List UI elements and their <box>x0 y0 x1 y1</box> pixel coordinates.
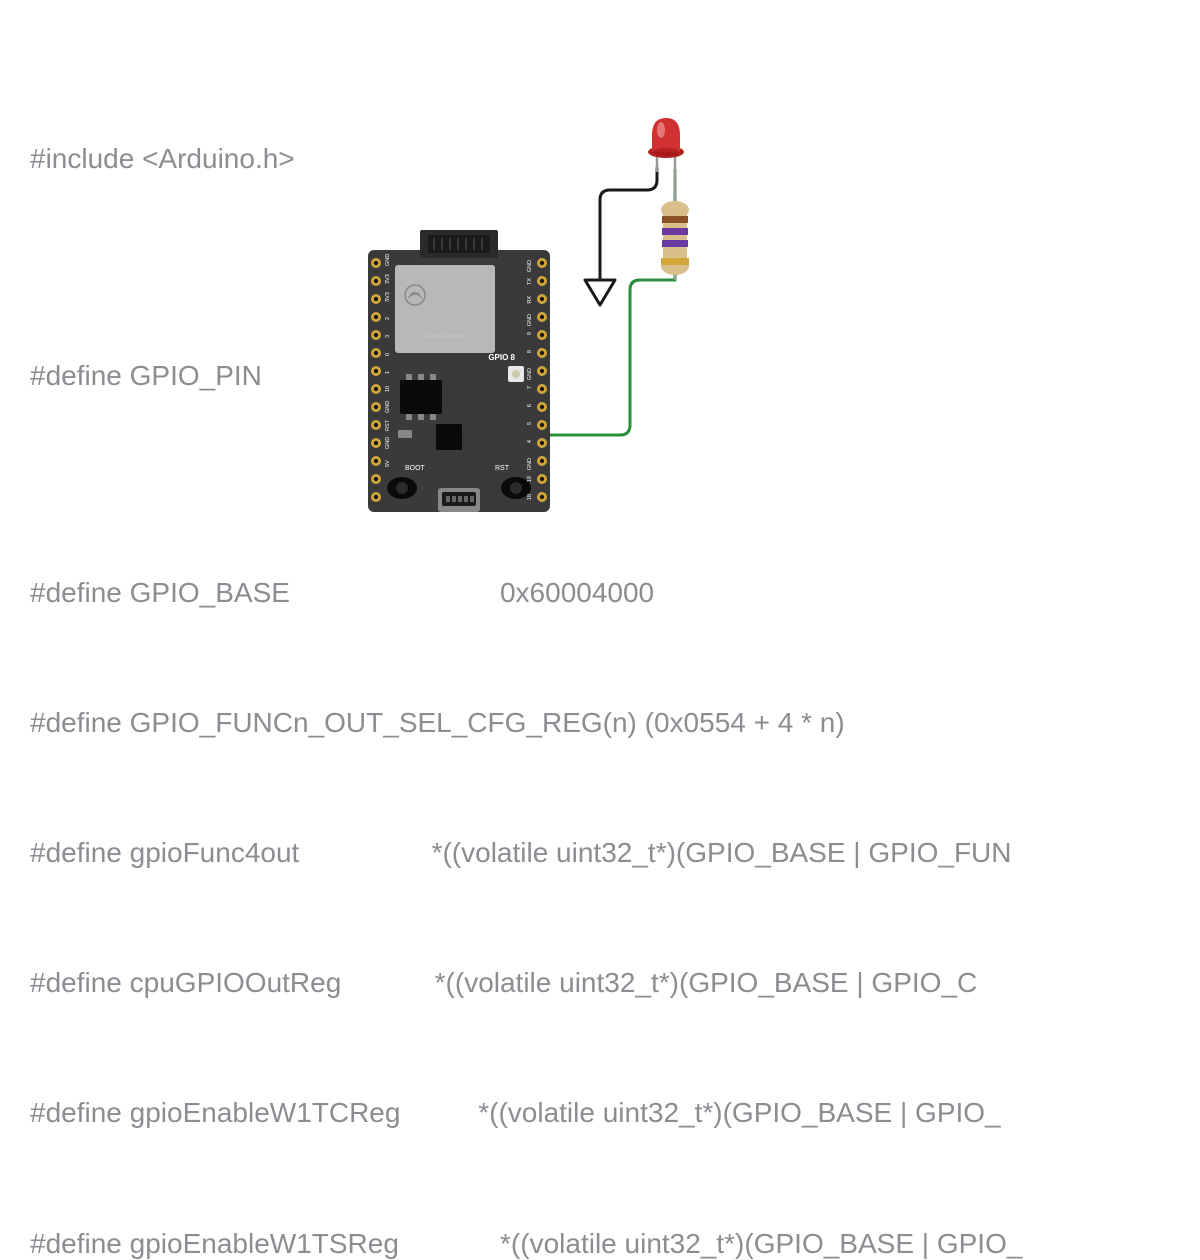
code-line: #define gpioFunc4out *((volatile uint32_… <box>30 831 1170 874</box>
code-line: #define cpuGPIOOutReg *((volatile uint32… <box>30 961 1170 1004</box>
code-line: #include <Arduino.h> <box>30 137 1170 180</box>
code-line: #define gpioEnableW1TSReg *((volatile ui… <box>30 1222 1170 1260</box>
code-line: #define GPIO_FUNCn_OUT_SEL_CFG_REG(n) (0… <box>30 701 1170 744</box>
code-line: #define GPIO_PIN 4 <box>30 354 1170 397</box>
code-line: #define gpioEnableW1TCReg *((volatile ui… <box>30 1091 1170 1134</box>
code-line: #define GPIO_BASE 0x60004000 <box>30 571 1170 614</box>
code-background: #include <Arduino.h> #define GPIO_PIN 4 … <box>0 0 1200 630</box>
